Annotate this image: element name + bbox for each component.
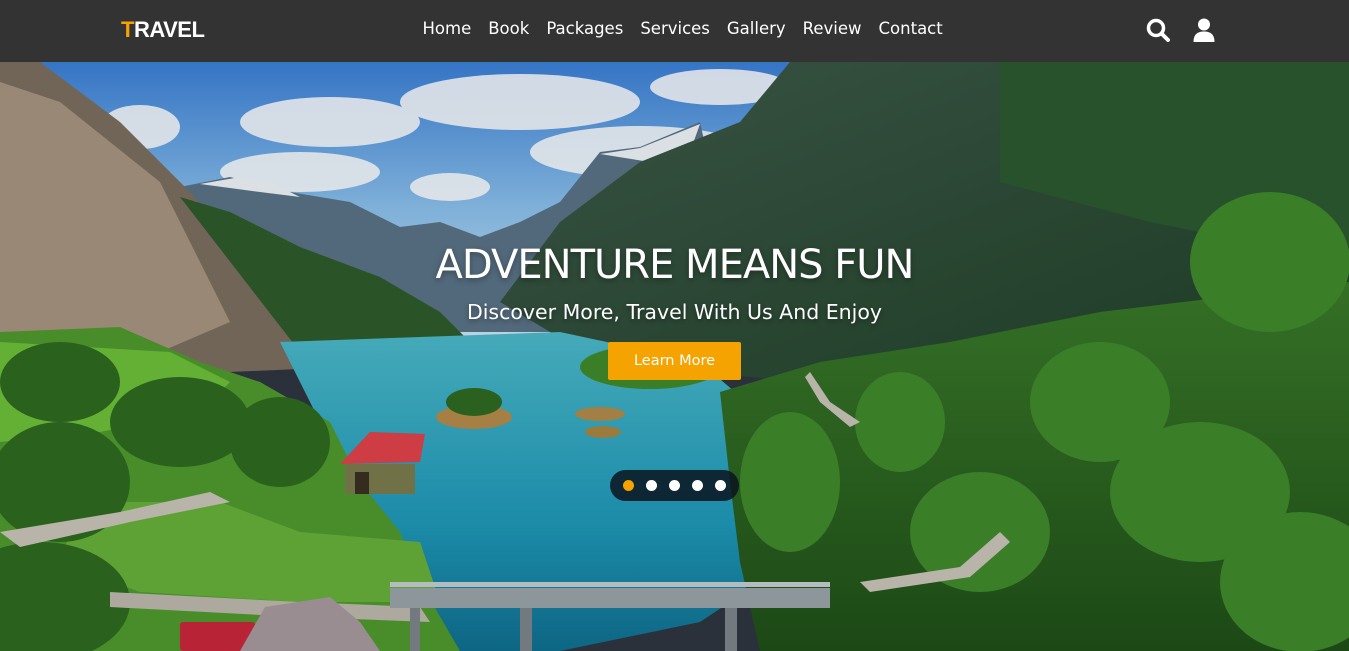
nav-link-review[interactable]: Review	[794, 19, 870, 38]
search-icon[interactable]	[1144, 16, 1172, 44]
user-icon[interactable]	[1190, 16, 1218, 44]
hero-title: ADVENTURE MEANS FUN	[435, 242, 915, 288]
hero-text: ADVENTURE MEANS FUN Discover More, Trave…	[0, 242, 1349, 324]
nav-link-contact[interactable]: Contact	[870, 19, 951, 38]
nav-icons	[1144, 16, 1218, 44]
learn-more-button[interactable]: Learn More	[608, 342, 741, 380]
slider-dot-5[interactable]	[715, 480, 726, 491]
nav-link-services[interactable]: Services	[632, 19, 719, 38]
brand-logo[interactable]: TRAVEL	[121, 17, 205, 43]
navbar: TRAVEL Home Book Packages Services Galle…	[0, 0, 1349, 62]
nav-link-home[interactable]: Home	[414, 19, 480, 38]
slider-dot-3[interactable]	[669, 480, 680, 491]
nav-link-packages[interactable]: Packages	[538, 19, 632, 38]
slider-dot-2[interactable]	[646, 480, 657, 491]
nav-link-book[interactable]: Book	[480, 19, 538, 38]
hero-slider: ADVENTURE MEANS FUN Discover More, Trave…	[0, 62, 1349, 651]
hero-subtitle: Discover More, Travel With Us And Enjoy	[466, 300, 883, 324]
slider-pagination	[610, 470, 739, 501]
slider-dot-4[interactable]	[692, 480, 703, 491]
nav-link-gallery[interactable]: Gallery	[718, 19, 794, 38]
nav-links: Home Book Packages Services Gallery Revi…	[414, 19, 951, 38]
slider-dot-1[interactable]	[623, 480, 634, 491]
